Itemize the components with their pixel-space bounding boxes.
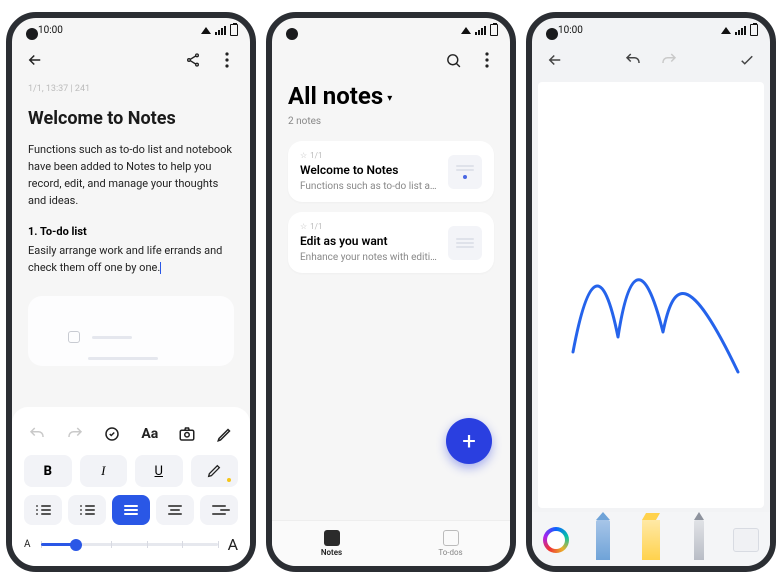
format-toolbar: Aa B I U A	[12, 407, 250, 566]
numbered-list-button[interactable]	[24, 495, 62, 525]
bold-button[interactable]: B	[24, 455, 72, 487]
signal-icon	[475, 26, 486, 35]
font-size-slider[interactable]: A A	[24, 535, 238, 554]
network-icon	[201, 27, 211, 34]
note-count: 2 notes	[288, 116, 494, 127]
note-card[interactable]: ☆1/1 Welcome to Notes Functions such as …	[288, 141, 494, 202]
align-left-button[interactable]	[156, 495, 194, 525]
back-icon[interactable]	[26, 51, 44, 69]
todo-preview	[28, 296, 234, 366]
network-icon	[461, 27, 471, 34]
share-icon[interactable]	[184, 51, 202, 69]
card-desc: Functions such as to-do list an…	[300, 181, 438, 192]
front-camera	[286, 28, 298, 40]
marker-tool[interactable]	[636, 518, 666, 562]
battery-icon	[230, 24, 238, 36]
highlight-button[interactable]	[191, 455, 239, 487]
card-title: Edit as you want	[300, 234, 438, 248]
card-meta: ☆1/1	[300, 222, 438, 231]
font-size-small-icon: A	[24, 539, 31, 550]
battery-icon	[490, 24, 498, 36]
note-title[interactable]: Welcome to Notes	[28, 108, 234, 129]
card-title: Welcome to Notes	[300, 163, 438, 177]
text-format-icon[interactable]: Aa	[137, 421, 163, 447]
color-picker[interactable]	[541, 518, 571, 562]
app-bar	[532, 42, 770, 78]
tab-notes[interactable]: Notes	[272, 521, 391, 566]
done-icon[interactable]	[738, 51, 756, 69]
folder-dropdown[interactable]: All notes▾	[288, 82, 494, 110]
font-size-big-icon: A	[228, 535, 238, 554]
status-bar	[272, 18, 510, 42]
status-bar: 10:00	[12, 18, 250, 42]
camera-icon[interactable]	[174, 421, 200, 447]
card-meta: ☆1/1	[300, 151, 438, 160]
front-camera	[26, 28, 38, 40]
network-icon	[721, 27, 731, 34]
card-thumb	[448, 226, 482, 260]
undo-icon[interactable]	[24, 421, 50, 447]
note-section-heading[interactable]: 1. To-do list	[28, 225, 234, 238]
underline-button[interactable]: U	[135, 455, 183, 487]
front-camera	[546, 28, 558, 40]
text-cursor	[160, 262, 161, 274]
app-bar	[272, 42, 510, 78]
signal-icon	[215, 26, 226, 35]
drawing-tools	[532, 512, 770, 566]
draw-icon[interactable]	[212, 421, 238, 447]
align-right-button[interactable]	[200, 495, 238, 525]
pencil-tool[interactable]	[588, 518, 618, 562]
note-card[interactable]: ☆1/1 Edit as you want Enhance your notes…	[288, 212, 494, 273]
app-bar	[12, 42, 250, 78]
bottom-tabs: Notes To-dos	[272, 520, 510, 566]
checkbox-icon	[68, 331, 80, 343]
redo-icon[interactable]	[62, 421, 88, 447]
more-icon[interactable]	[478, 51, 496, 69]
card-thumb	[448, 155, 482, 189]
eraser-tool[interactable]	[731, 518, 761, 562]
scribble-stroke	[568, 242, 748, 382]
note-meta: 1/1, 13:37 | 241	[28, 84, 234, 94]
checklist-icon[interactable]	[99, 421, 125, 447]
undo-icon[interactable]	[624, 51, 642, 69]
chevron-down-icon: ▾	[387, 89, 392, 104]
notes-icon	[324, 530, 340, 546]
more-icon[interactable]	[218, 51, 236, 69]
bullet-list-button[interactable]	[68, 495, 106, 525]
search-icon[interactable]	[444, 51, 462, 69]
card-desc: Enhance your notes with editin…	[300, 252, 438, 263]
drawing-canvas[interactable]	[538, 82, 764, 508]
note-section-body[interactable]: Easily arrange work and life errands and…	[28, 242, 234, 276]
add-note-fab[interactable]: +	[446, 418, 492, 464]
italic-button[interactable]: I	[80, 455, 128, 487]
battery-icon	[750, 24, 758, 36]
pen-tool[interactable]	[684, 518, 714, 562]
slider-knob[interactable]	[70, 539, 82, 551]
note-intro[interactable]: Functions such as to-do list and noteboo…	[28, 141, 234, 209]
status-bar: 10:00	[532, 18, 770, 42]
todos-icon	[443, 530, 459, 546]
redo-icon[interactable]	[660, 51, 678, 69]
tab-todos[interactable]: To-dos	[391, 521, 510, 566]
signal-icon	[735, 26, 746, 35]
align-justify-button[interactable]	[112, 495, 150, 525]
back-icon[interactable]	[546, 51, 564, 69]
